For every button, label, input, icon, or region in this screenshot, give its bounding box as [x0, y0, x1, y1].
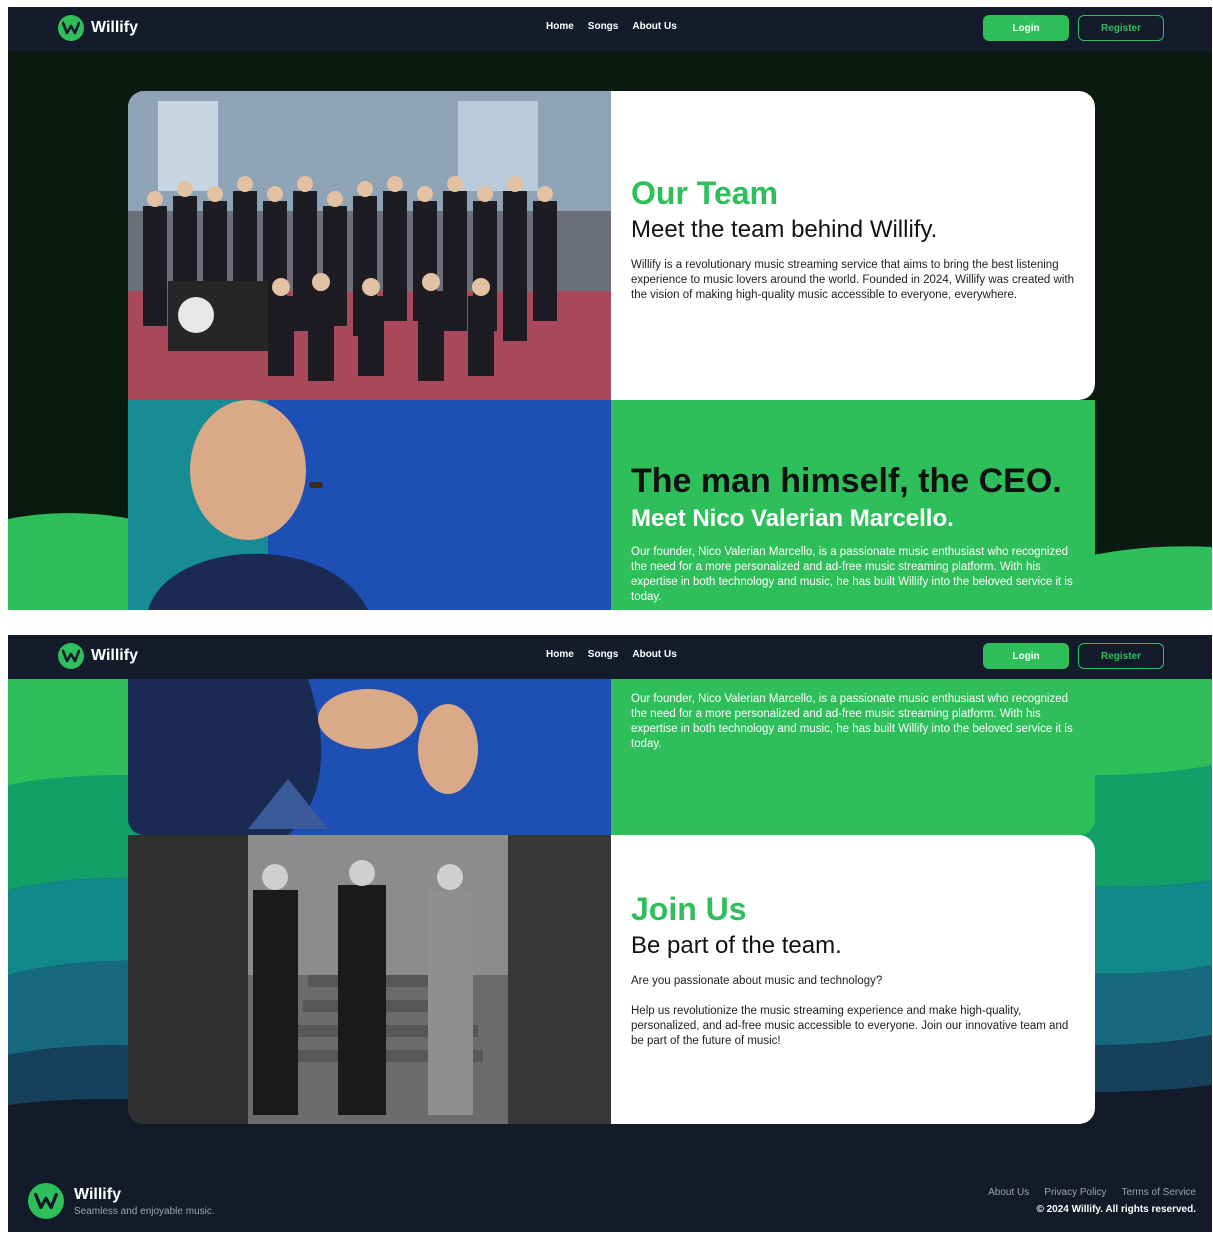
ceo-description: Our founder, Nico Valerian Marcello, is … — [631, 693, 1073, 750]
footer-brand[interactable]: Willify Seamless and enjoyable music. — [28, 1183, 215, 1219]
team-photo — [128, 91, 611, 400]
nav-links: Home Songs About Us — [546, 21, 677, 32]
brand[interactable]: Willify — [58, 643, 138, 669]
join-title: Join Us — [631, 891, 747, 927]
brand-name: Willify — [91, 647, 138, 664]
footer-link-terms-of-service[interactable]: Terms of Service — [1122, 1187, 1196, 1198]
ceo-card: The man himself, the CEO. Meet Nico Vale… — [128, 400, 1095, 610]
nav-link-songs[interactable]: Songs — [588, 21, 619, 32]
join-panel: Join Us Be part of the team. Are you pas… — [611, 835, 1095, 1124]
join-card: Join Us Be part of the team. Are you pas… — [128, 835, 1095, 1124]
login-button[interactable]: Login — [983, 643, 1069, 669]
join-question: Are you passionate about music and techn… — [631, 975, 883, 987]
nav-link-home[interactable]: Home — [546, 649, 574, 660]
ceo-description: Our founder, Nico Valerian Marcello, is … — [631, 546, 1073, 603]
ceo-photo — [128, 400, 611, 610]
footer-links: About Us Privacy Policy Terms of Service — [988, 1187, 1196, 1198]
navbar: Willify Home Songs About Us Login Regist… — [8, 7, 1212, 51]
brand-name: Willify — [91, 19, 138, 36]
navbar: Willify Home Songs About Us Login Regist… — [8, 635, 1212, 679]
ceo-photo-image — [128, 400, 611, 610]
brand[interactable]: Willify — [58, 15, 138, 41]
footer-brand-name: Willify — [74, 1185, 121, 1203]
willify-logo-icon — [58, 15, 84, 41]
team-title: Our Team — [631, 175, 778, 211]
nav-link-about-us[interactable]: About Us — [632, 649, 676, 660]
ceo-panel: The man himself, the CEO. Meet Nico Vale… — [611, 400, 1095, 610]
nav-link-about-us[interactable]: About Us — [632, 21, 676, 32]
ceo-card-continued: Our founder, Nico Valerian Marcello, is … — [128, 679, 1095, 835]
register-button[interactable]: Register — [1078, 15, 1164, 41]
team-description: Willify is a revolutionary music streami… — [631, 259, 1074, 301]
join-subtitle: Be part of the team. — [631, 932, 842, 959]
footer-copyright: © 2024 Willify. All rights reserved. — [1036, 1204, 1196, 1215]
ceo-title: The man himself, the CEO. — [631, 462, 1062, 500]
nav-link-songs[interactable]: Songs — [588, 649, 619, 660]
team-photo-image — [128, 91, 611, 400]
join-photo-image — [128, 835, 611, 1124]
ceo-photo-continued — [128, 679, 611, 835]
nav-links: Home Songs About Us — [546, 649, 677, 660]
ceo-panel-continued: Our founder, Nico Valerian Marcello, is … — [611, 679, 1095, 835]
screenshot-bottom: Willify Home Songs About Us Login Regist… — [8, 635, 1212, 1232]
register-button[interactable]: Register — [1078, 643, 1164, 669]
nav-link-home[interactable]: Home — [546, 21, 574, 32]
team-panel: Our Team Meet the team behind Willify. W… — [611, 91, 1095, 400]
willify-logo-icon — [58, 643, 84, 669]
ceo-photo-continued-image — [128, 679, 611, 835]
footer-tagline: Seamless and enjoyable music. — [74, 1205, 215, 1217]
screenshot-top: Willify Home Songs About Us Login Regist… — [8, 7, 1212, 610]
join-photo — [128, 835, 611, 1124]
footer-link-privacy-policy[interactable]: Privacy Policy — [1044, 1187, 1106, 1198]
team-card: Our Team Meet the team behind Willify. W… — [128, 91, 1095, 400]
login-button[interactable]: Login — [983, 15, 1069, 41]
team-subtitle: Meet the team behind Willify. — [631, 216, 938, 243]
ceo-subtitle: Meet Nico Valerian Marcello. — [631, 505, 954, 532]
join-description: Help us revolutionize the music streamin… — [631, 1005, 1069, 1047]
footer-link-about-us[interactable]: About Us — [988, 1187, 1029, 1198]
willify-logo-icon — [28, 1183, 64, 1219]
